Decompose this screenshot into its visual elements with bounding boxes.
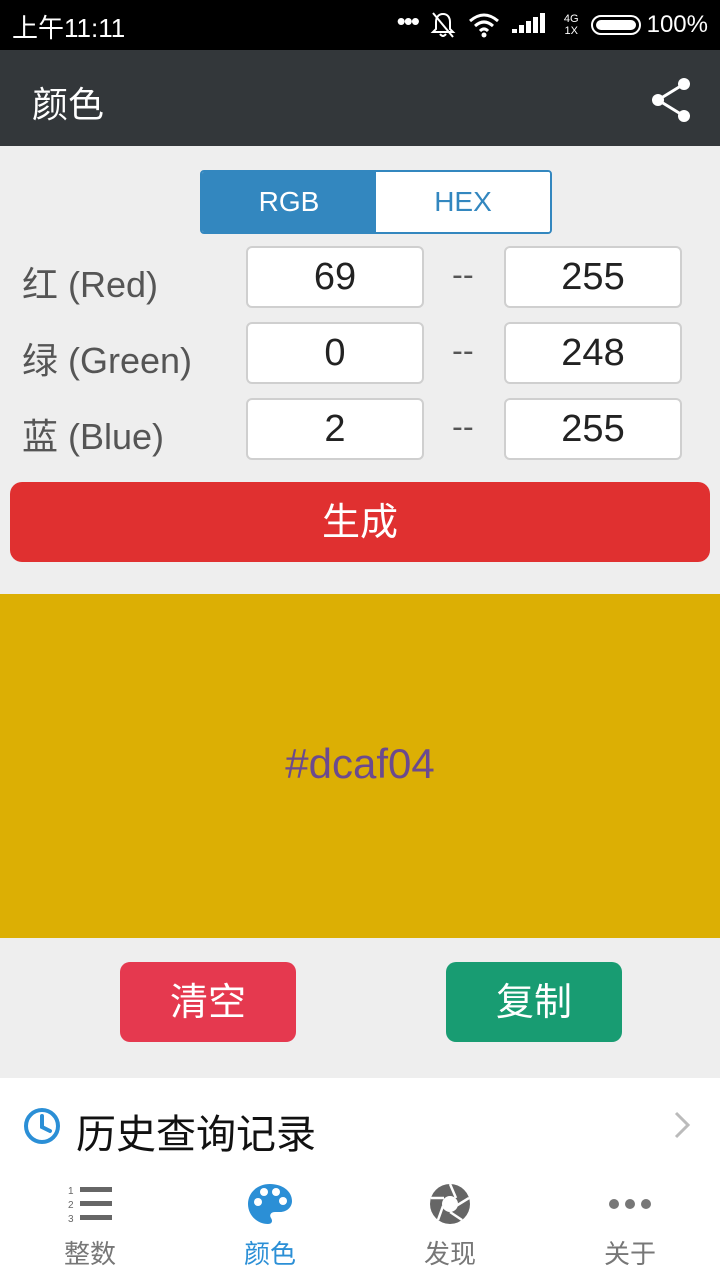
blue-min-input[interactable]: 2 <box>246 398 424 460</box>
svg-text:2: 2 <box>68 1200 74 1211</box>
battery-percent: 100% <box>646 11 708 38</box>
nav-item-integers[interactable]: 1 2 3 整数 <box>0 1172 180 1280</box>
battery-level <box>595 20 636 30</box>
red-max-input[interactable]: 255 <box>504 246 682 308</box>
bottom-nav: 1 2 3 整数 颜色 发现 关于 <box>0 1172 720 1280</box>
status-icons: ••• 4G 1X 100% <box>396 5 708 42</box>
range-separator: -- <box>452 410 474 445</box>
tab-hex[interactable]: HEX <box>376 172 550 232</box>
nav-item-about[interactable]: 关于 <box>540 1172 720 1280</box>
page-title: 颜色 <box>32 85 105 126</box>
list-numbered-icon: 1 2 3 <box>68 1186 112 1225</box>
palette-icon <box>248 1184 292 1224</box>
status-time: 上午11:11 <box>12 13 126 43</box>
red-label: 红 (Red) <box>22 264 159 305</box>
history-row[interactable]: 历史查询记录 <box>0 1078 720 1173</box>
color-preview: #dcaf04 <box>0 594 720 938</box>
aperture-icon <box>430 1183 470 1224</box>
battery-icon <box>590 15 641 35</box>
history-label: 历史查询记录 <box>76 1112 316 1158</box>
wifi-icon <box>468 13 499 38</box>
app-bar: 颜色 <box>0 50 720 146</box>
range-separator: -- <box>452 334 474 369</box>
generate-button[interactable]: 生成 <box>10 482 710 562</box>
nav-label-discover: 发现 <box>423 1240 476 1270</box>
more-notifications-icon: ••• <box>396 5 420 36</box>
blue-max-input[interactable]: 255 <box>504 398 682 460</box>
blue-label: 蓝 (Blue) <box>22 416 165 457</box>
blue-range-row: 蓝 (Blue) 2 -- 255 <box>0 398 720 462</box>
network-type: 4G 1X <box>564 13 579 37</box>
nav-item-color[interactable]: 颜色 <box>180 1172 360 1280</box>
green-range-row: 绿 (Green) 0 -- 248 <box>0 322 720 386</box>
share-icon[interactable] <box>650 76 694 124</box>
status-bar: 上午11:11 ••• 4G 1X 100% <box>0 0 720 50</box>
mode-switch: RGB HEX <box>200 170 552 234</box>
red-min-input[interactable]: 69 <box>246 246 424 308</box>
nav-label-integers: 整数 <box>63 1240 116 1270</box>
tab-rgb[interactable]: RGB <box>202 172 376 232</box>
nav-label-color: 颜色 <box>243 1240 296 1270</box>
chevron-right-icon <box>674 1111 691 1139</box>
clock-icon <box>24 1108 60 1144</box>
more-dots-icon <box>609 1199 651 1209</box>
color-hex-value: #dcaf04 <box>285 740 435 787</box>
svg-text:3: 3 <box>68 1214 74 1225</box>
nav-item-discover[interactable]: 发现 <box>360 1172 540 1280</box>
clear-button[interactable]: 清空 <box>120 962 296 1042</box>
range-separator: -- <box>452 258 474 293</box>
bell-muted-icon <box>430 12 456 38</box>
green-min-input[interactable]: 0 <box>246 322 424 384</box>
green-label: 绿 (Green) <box>22 340 193 381</box>
nav-label-about: 关于 <box>603 1240 656 1270</box>
battery: 100% <box>590 11 708 39</box>
signal-icon <box>511 13 545 33</box>
network-top-label: 4G <box>563 13 579 25</box>
network-bottom-label: 1X <box>564 25 578 37</box>
green-max-input[interactable]: 248 <box>504 322 682 384</box>
copy-button[interactable]: 复制 <box>446 962 622 1042</box>
red-range-row: 红 (Red) 69 -- 255 <box>0 246 720 310</box>
svg-text:1: 1 <box>68 1186 74 1197</box>
